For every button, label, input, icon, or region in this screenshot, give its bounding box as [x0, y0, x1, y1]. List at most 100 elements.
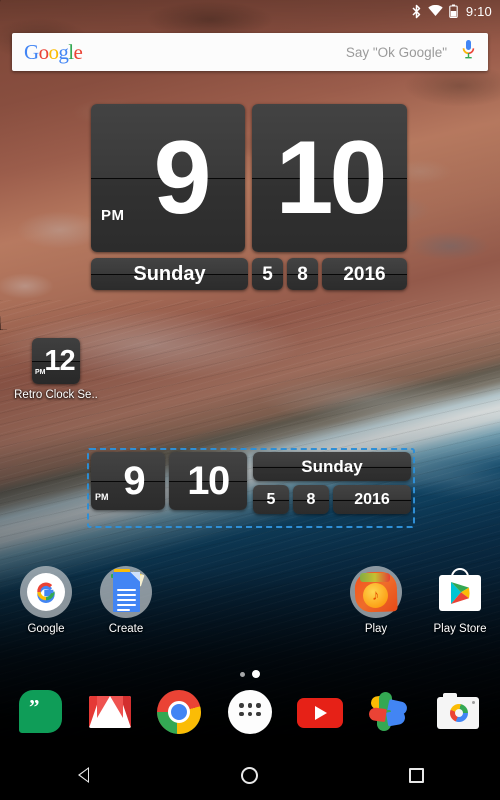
document-shape [113, 572, 140, 612]
small-clock-minute-card[interactable]: 10 [169, 452, 247, 510]
clock-minute-value: 10 [275, 120, 388, 236]
clock-month-card[interactable]: 8 [287, 258, 318, 290]
clock-year-value: 2016 [343, 263, 386, 285]
music-note-icon: ♪ [372, 587, 380, 604]
chrome-wheel [157, 690, 201, 734]
retro-clock-icon-number: 12 [44, 344, 75, 377]
play-triangle-glyph [451, 582, 470, 604]
hangouts-icon: ” [17, 688, 65, 736]
dock-item-photos[interactable] [365, 688, 413, 736]
dock-item-app-drawer[interactable] [226, 688, 274, 736]
google-photos-icon [365, 688, 413, 736]
camera-indicator-dot [472, 701, 475, 704]
google-g-icon [20, 566, 72, 618]
google-play-store-icon [434, 566, 486, 618]
app-drawer-icon [226, 688, 274, 736]
bluetooth-icon [411, 4, 422, 19]
app-label-google: Google [27, 623, 65, 635]
app-icon-google[interactable]: Google [4, 566, 88, 635]
shopping-bag-body [439, 575, 481, 611]
camera-viewfinder-hump [443, 693, 457, 699]
app-shortcut-retro-clock[interactable]: PM 12 Retro Clock Se.. [6, 338, 106, 401]
back-icon [77, 767, 89, 783]
small-clock-ampm-label: PM [95, 492, 109, 502]
app-icon-create[interactable]: Create [84, 566, 168, 635]
gmail-icon [86, 688, 134, 736]
document-text-lines [117, 589, 136, 614]
small-clock-month-value: 8 [306, 490, 316, 508]
chrome-center [168, 701, 190, 723]
app-label-create: Create [108, 623, 144, 635]
small-clock-weekday-card[interactable]: Sunday [253, 452, 411, 481]
small-clock-month-card[interactable]: 8 [293, 485, 329, 514]
small-clock-hour-value: 9 [123, 459, 145, 503]
recents-icon [409, 767, 425, 783]
small-clock-minute-value: 10 [187, 459, 230, 503]
dock-item-hangouts[interactable]: ” [17, 688, 65, 736]
dock-item-youtube[interactable] [296, 688, 344, 736]
dock-item-camera[interactable] [434, 688, 482, 736]
app-shortcut-label: Retro Clock Se.. [14, 389, 98, 401]
photos-pinwheel [368, 691, 410, 733]
small-clock-year-card[interactable]: 2016 [333, 485, 411, 514]
clock-weekday-value: Sunday [133, 263, 206, 285]
clock-minute-card[interactable]: 10 [252, 104, 407, 252]
clock-year-card[interactable]: 2016 [322, 258, 407, 290]
clock-day-card[interactable]: 5 [252, 258, 283, 290]
flip-clock-widget-small[interactable]: PM 9 10 Sunday 5 8 2016 [87, 448, 415, 528]
small-clock-weekday-value: Sunday [301, 457, 363, 476]
youtube-rounded-rect [297, 698, 343, 728]
clock-hour-value: 9 [153, 120, 212, 236]
document-fold [130, 572, 140, 582]
small-clock-date-row: 5 8 2016 [253, 485, 411, 514]
small-clock-hour-card[interactable]: PM 9 [91, 452, 165, 510]
app-drawer-circle [228, 690, 272, 734]
clock-hour-card[interactable]: PM 9 [91, 104, 245, 252]
hangouts-quote-glyph: ” [29, 695, 40, 719]
flip-clock-widget-large[interactable]: PM 9 10 Sunday 5 8 2016 [91, 104, 407, 296]
clock-weekday-card[interactable]: Sunday [91, 258, 248, 290]
gmail-inner-right [110, 696, 123, 718]
youtube-icon [296, 688, 344, 736]
small-clock-day-card[interactable]: 5 [253, 485, 289, 514]
app-icon-play[interactable]: ♪ Play [334, 566, 418, 635]
battery-icon [449, 4, 458, 18]
google-search-bar[interactable]: Google Say "Ok Google" [12, 33, 488, 71]
clock-month-value: 8 [297, 263, 308, 285]
app-icon-row: Google Create ♪ Play Play Store [0, 566, 500, 646]
back-button[interactable] [53, 750, 113, 800]
app-icon-play-store[interactable]: Play Store [418, 566, 500, 635]
dock: ” [0, 686, 500, 744]
camera-body [437, 693, 479, 729]
recents-button[interactable] [387, 750, 447, 800]
status-bar[interactable]: 9:10 [0, 0, 500, 22]
small-clock-year-value: 2016 [354, 490, 390, 508]
camera-icon [434, 688, 482, 736]
page-dot-2-active[interactable] [252, 670, 260, 678]
camera-lens [450, 704, 468, 722]
page-indicator [0, 668, 500, 680]
gmail-envelope [89, 696, 131, 728]
hangouts-bubble: ” [19, 690, 62, 733]
retro-clock-icon: PM 12 [32, 338, 80, 384]
gmail-inner-left [97, 696, 110, 718]
home-button[interactable] [220, 750, 280, 800]
microphone-icon[interactable] [461, 39, 476, 65]
search-input-placeholder[interactable]: Say "Ok Google" [346, 45, 447, 60]
page-dot-1[interactable] [240, 671, 245, 677]
app-label-play-store: Play Store [433, 623, 487, 635]
android-home-screen: 9:10 Google Say "Ok Google" PM 9 10 Sund… [0, 0, 500, 800]
retro-clock-icon-ampm: PM [35, 369, 46, 376]
chrome-icon [155, 688, 203, 736]
clock-ampm-label: PM [101, 207, 125, 224]
google-logo: Google [24, 39, 83, 64]
dock-item-chrome[interactable] [155, 688, 203, 736]
small-clock-day-value: 5 [266, 490, 276, 508]
google-docs-create-icon [100, 566, 152, 618]
clock-day-value: 5 [262, 263, 273, 285]
clock-date-row: Sunday 5 8 2016 [91, 258, 407, 290]
youtube-play-triangle [315, 706, 327, 720]
google-play-music-icon: ♪ [350, 566, 402, 618]
wifi-icon [428, 5, 443, 17]
dock-item-gmail[interactable] [86, 688, 134, 736]
